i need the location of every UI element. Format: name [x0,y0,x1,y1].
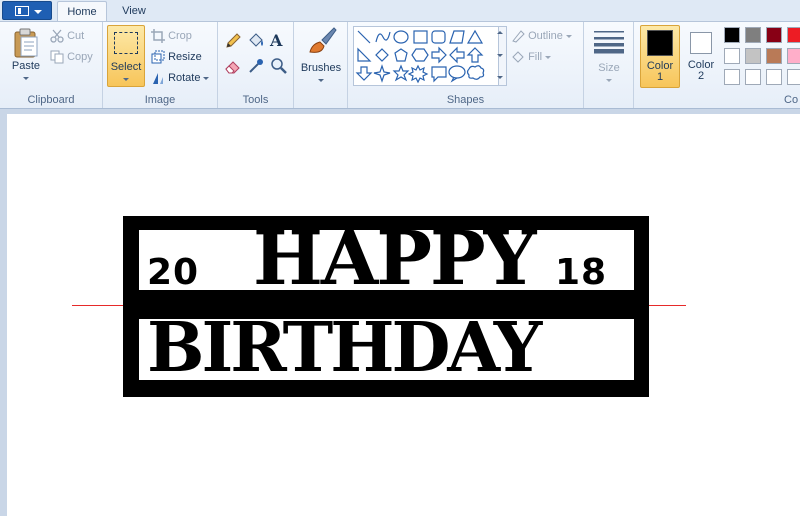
drawing-canvas[interactable]: 20 HAPPY 18 BIRTHDAY [7,114,800,516]
scroll-down-icon [497,54,503,57]
palette-swatch[interactable] [745,48,761,64]
tab-view[interactable]: View [110,1,158,22]
rotate-dropdown-icon [203,76,210,80]
color1-number: 1 [656,71,664,83]
color-picker-icon[interactable] [247,57,265,75]
gallery-expand-icon [497,76,503,79]
size-dropdown-icon [606,78,612,82]
scissors-icon [50,29,64,43]
paint-menu-button[interactable] [2,1,52,20]
chevron-down-icon [34,10,42,14]
palette-swatch[interactable] [766,27,782,43]
resize-button[interactable]: Resize [151,50,202,64]
select-label: Select [110,61,142,73]
palette-swatch[interactable] [787,27,800,43]
birthday-text: BIRTHDAY [147,308,542,388]
brush-icon [309,27,337,53]
text-tool-icon[interactable]: A [270,31,282,50]
stencil-bridge [123,290,649,294]
colors-group: Color 1 Color 2 Co [634,22,800,108]
happy-text: HAPPY [253,216,536,302]
paint-menu-icon [15,6,29,16]
size-label: Size [598,62,620,74]
shapes-gallery-icons [355,29,485,84]
image-group-label: Image [144,94,176,106]
color2-number: 2 [697,70,705,82]
workspace: 20 HAPPY 18 BIRTHDAY [0,109,800,516]
year-left-text: 20 [147,252,200,293]
size-group: Size [584,22,634,108]
color2-button[interactable]: Color 2 [682,25,720,88]
birthday-artwork: 20 HAPPY 18 BIRTHDAY [123,216,649,397]
outline-icon [512,30,525,43]
paste-button[interactable]: Paste [6,26,46,88]
paste-label: Paste [11,60,41,72]
cut-button[interactable]: Cut [50,29,84,43]
outline-button[interactable]: Outline [511,29,572,43]
palette-swatch[interactable] [724,69,740,85]
scroll-up-icon [497,31,503,34]
fill-label: Fill [528,50,543,63]
crop-button[interactable]: Crop [151,29,192,43]
pencil-icon[interactable] [224,32,242,50]
outline-dropdown-icon [565,34,572,38]
eraser-icon[interactable] [224,57,242,75]
line-size-icon [594,31,624,54]
palette-swatch[interactable] [787,48,800,64]
fill-icon [512,51,524,63]
fill-dropdown-icon [545,55,552,59]
shapes-group-label: Shapes [446,94,485,106]
ribbon-tab-strip: Home View [0,0,800,22]
shapes-gallery[interactable] [353,26,499,86]
magnifier-icon[interactable] [270,57,288,75]
resize-label: Resize [168,50,202,63]
color1-swatch [647,30,673,56]
select-marquee-icon [114,32,138,54]
clipboard-group: Paste Cut Copy Clipboard [0,22,103,108]
select-button[interactable]: Select [107,25,145,87]
tools-group: A Tools [218,22,294,108]
crop-label: Crop [168,29,192,42]
fill-button[interactable]: Fill [511,50,552,64]
copy-button[interactable]: Copy [50,50,93,64]
tab-home[interactable]: Home [57,1,107,22]
palette-swatch[interactable] [766,69,782,85]
brushes-dropdown-icon [318,78,324,82]
clipboard-group-label: Clipboard [27,94,75,106]
select-dropdown-icon [123,77,129,81]
brushes-group: Brushes [294,22,348,108]
brushes-button[interactable]: Brushes [298,26,344,88]
palette-swatch[interactable] [787,69,800,85]
fill-bucket-icon[interactable] [247,32,265,50]
resize-icon [151,50,165,64]
cut-label: Cut [67,29,85,42]
paste-dropdown-icon [23,76,29,80]
rotate-label: Rotate [168,71,201,84]
color2-swatch [690,32,712,54]
rotate-button[interactable]: Rotate [151,71,210,85]
crop-icon [151,29,165,43]
colors-group-label: Co [784,94,799,106]
year-right-text: 18 [555,252,608,293]
outline-label: Outline [528,29,563,42]
palette-swatch[interactable] [745,69,761,85]
tools-group-label: Tools [242,94,269,106]
rotate-icon [153,73,163,84]
shapes-group: Outline Fill Shapes [348,22,584,108]
copy-label: Copy [67,50,93,63]
copy-icon [50,50,64,64]
palette-swatch[interactable] [724,48,740,64]
brushes-label: Brushes [300,62,342,74]
color1-button[interactable]: Color 1 [640,25,680,88]
shapes-gallery-scroll[interactable] [497,26,507,86]
palette-swatch[interactable] [724,27,740,43]
size-button[interactable]: Size [589,26,629,88]
image-group: Select Crop Resize Rotate Image [103,22,218,108]
ribbon: Paste Cut Copy Clipboard Select Crop Res… [0,21,800,109]
clipboard-icon [14,28,38,58]
palette-swatch[interactable] [745,27,761,43]
palette-swatch[interactable] [766,48,782,64]
